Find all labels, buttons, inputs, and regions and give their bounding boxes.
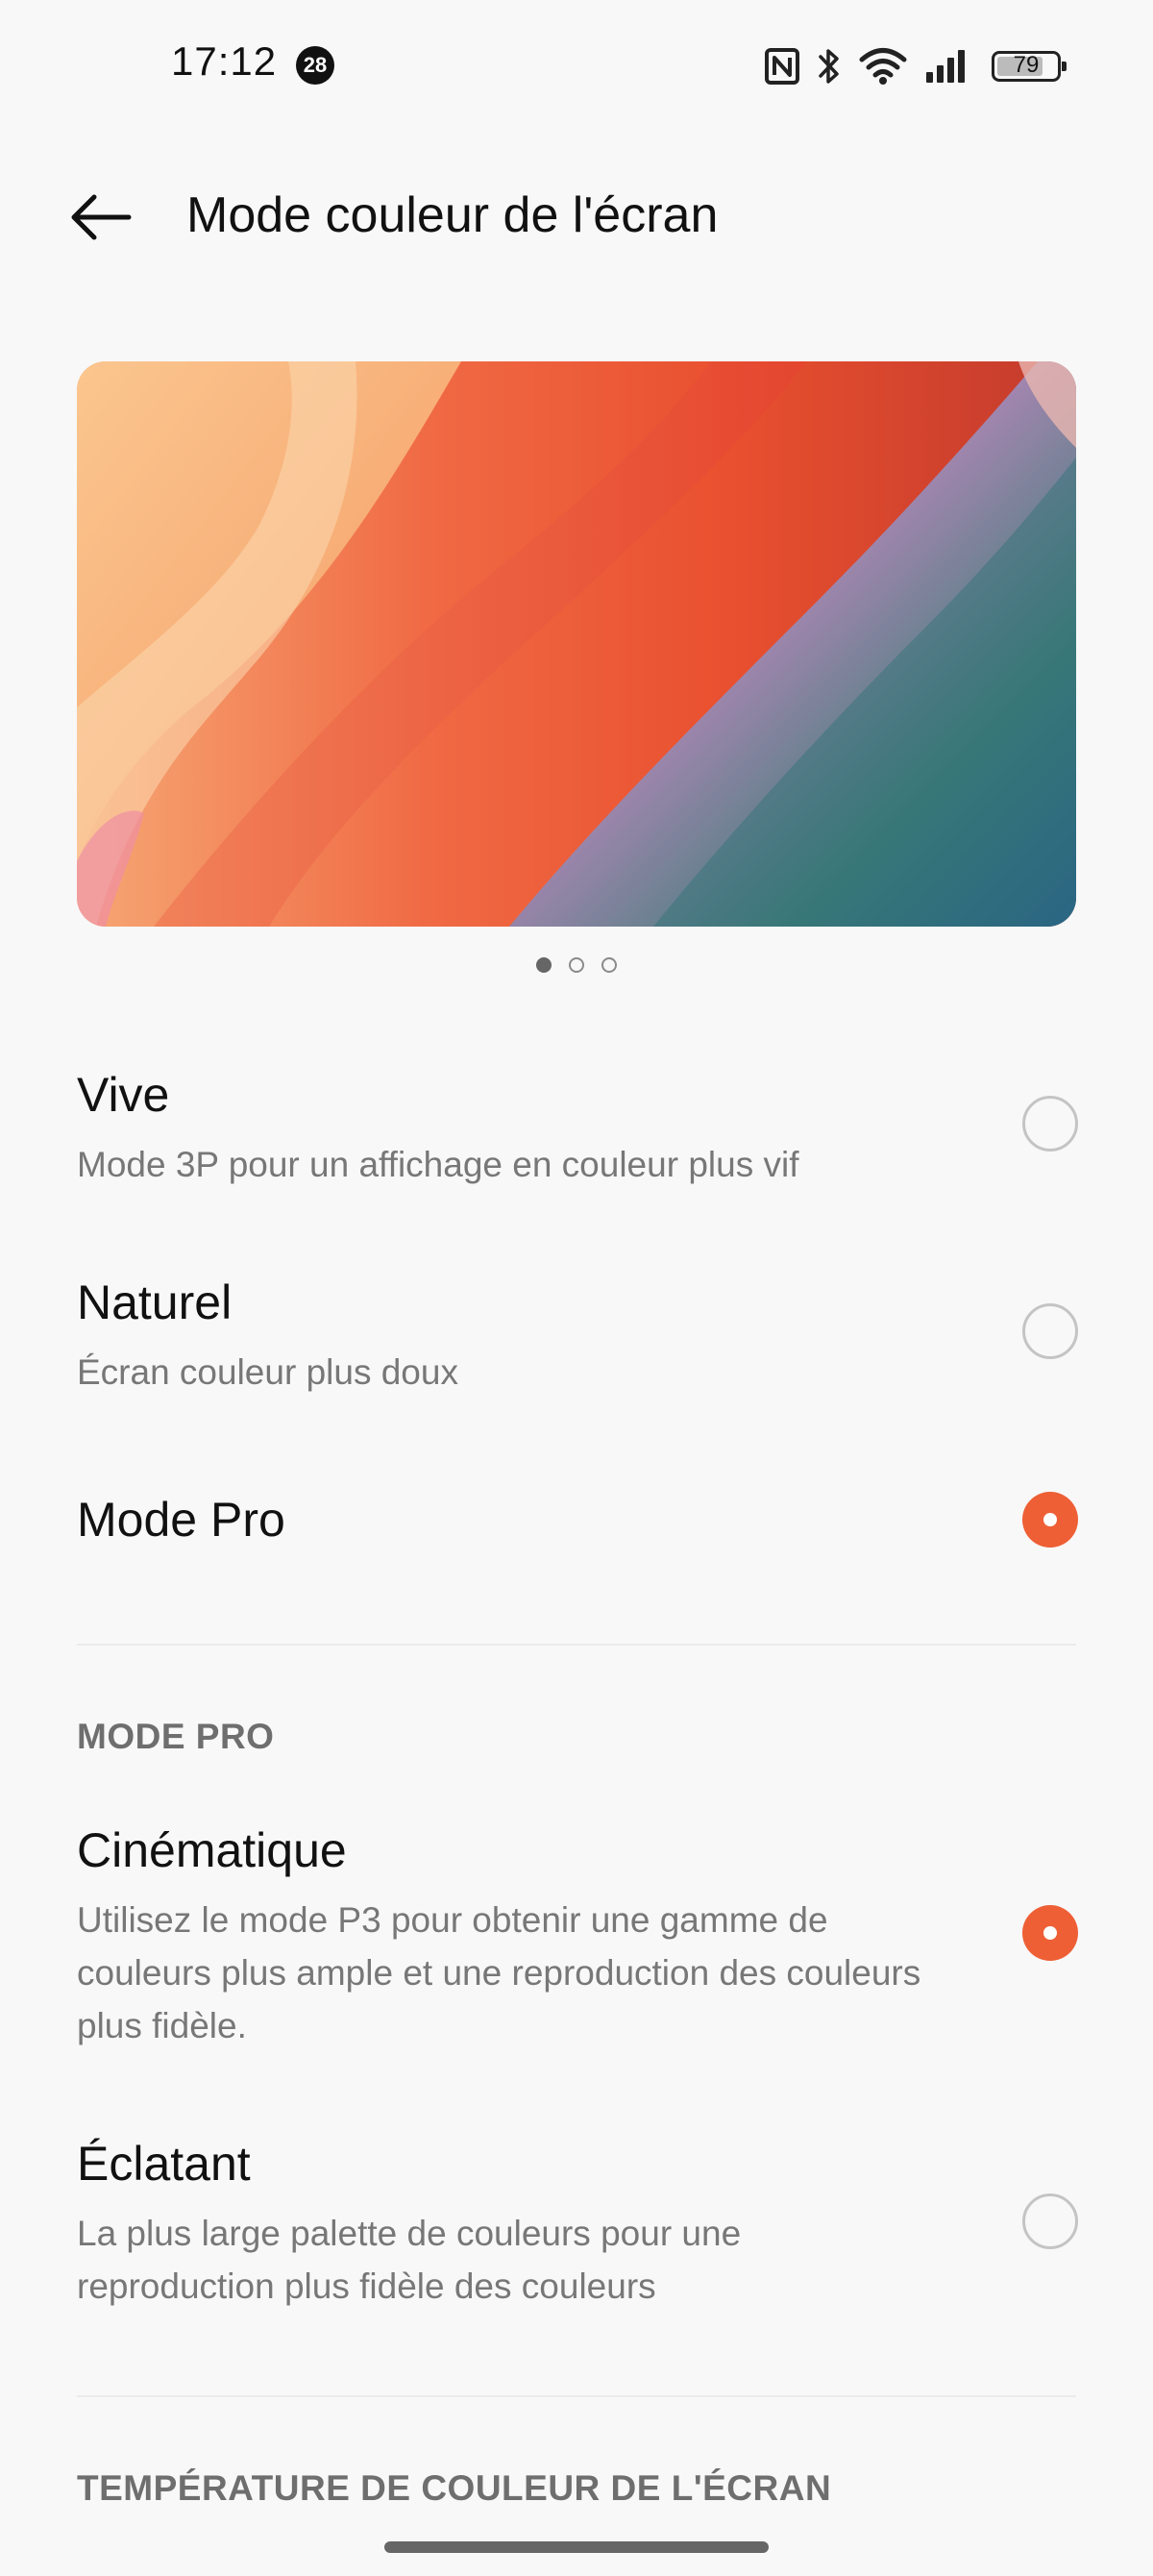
- option-description: La plus large palette de couleurs pour u…: [77, 2214, 742, 2306]
- option-naturel[interactable]: Naturel Écran couleur plus doux: [77, 1275, 1078, 1409]
- pager-dot[interactable]: [569, 957, 584, 973]
- radio-button[interactable]: [1022, 1096, 1078, 1152]
- back-button[interactable]: [58, 181, 144, 258]
- pager-dot[interactable]: [536, 957, 552, 973]
- option-vive[interactable]: Vive Mode 3P pour un affichage en couleu…: [77, 1067, 1078, 1201]
- bluetooth-icon: [817, 46, 842, 87]
- option-title: Naturel: [77, 1276, 233, 1329]
- pager-dot[interactable]: [601, 957, 617, 973]
- option-title: Cinématique: [77, 1823, 347, 1877]
- divider: [77, 1644, 1076, 1646]
- color-preview-image[interactable]: [77, 361, 1076, 927]
- battery-icon: 79: [992, 51, 1067, 82]
- option-cinematique[interactable]: Cinématique Utilisez le mode P3 pour obt…: [77, 1822, 1078, 2053]
- nfc-icon: [765, 48, 799, 85]
- radio-button[interactable]: [1022, 2193, 1078, 2249]
- option-title: Vive: [77, 1068, 170, 1122]
- wifi-icon: [859, 47, 907, 86]
- radio-button[interactable]: [1022, 1492, 1078, 1548]
- option-title: Éclatant: [77, 2137, 251, 2191]
- preview-pager[interactable]: [0, 957, 1153, 980]
- status-time: 17:12: [171, 38, 278, 84]
- status-bar: 17:12 28 79: [0, 0, 1153, 135]
- option-eclatant[interactable]: Éclatant La plus large palette de couleu…: [77, 2136, 1078, 2318]
- page-title: Mode couleur de l'écran: [186, 187, 719, 243]
- notification-count-badge: 28: [296, 46, 334, 85]
- option-description: Utilisez le mode P3 pour obtenir une gam…: [77, 1900, 921, 2045]
- battery-level: 79: [1013, 52, 1040, 78]
- option-description: Mode 3P pour un affichage en couleur plu…: [77, 1145, 799, 1184]
- radio-button[interactable]: [1022, 1905, 1078, 1961]
- home-indicator[interactable]: [384, 2541, 769, 2553]
- battery-tip: [1062, 62, 1067, 71]
- header: Mode couleur de l'écran: [0, 163, 1153, 269]
- option-title: Mode Pro: [77, 1493, 285, 1547]
- option-mode-pro[interactable]: Mode Pro: [77, 1492, 1078, 1559]
- option-description: Écran couleur plus doux: [77, 1352, 458, 1392]
- radio-button[interactable]: [1022, 1303, 1078, 1359]
- arrow-left-icon: [69, 193, 133, 246]
- signal-icon: [924, 49, 969, 84]
- section-header-temperature: TEMPÉRATURE DE COULEUR DE L'ÉCRAN: [77, 2468, 832, 2508]
- divider: [77, 2395, 1076, 2397]
- status-icons: 79: [765, 44, 1067, 88]
- preview-wallpaper: [77, 361, 1076, 927]
- section-header-mode-pro: MODE PRO: [77, 1717, 275, 1756]
